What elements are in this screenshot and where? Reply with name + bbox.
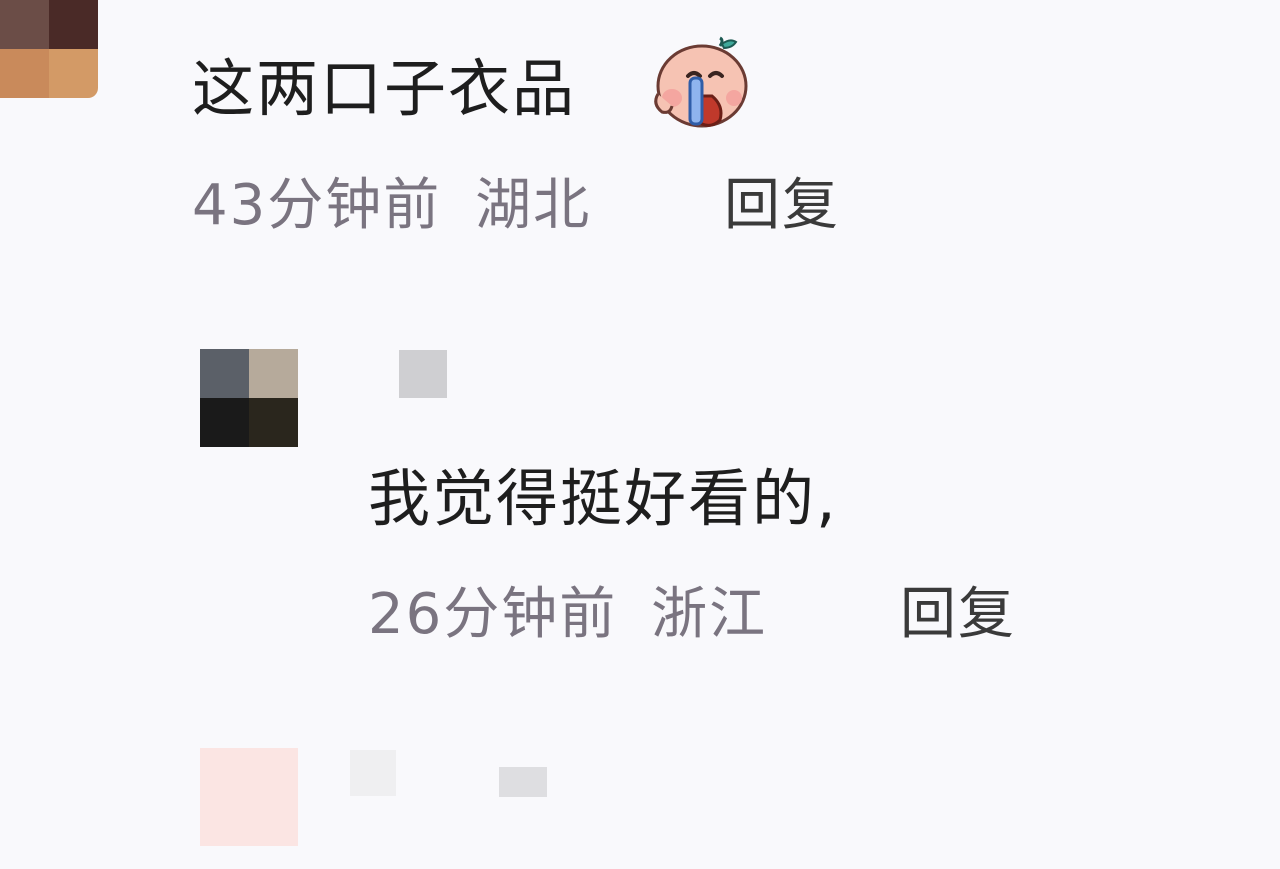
comment-text: 我觉得挺好看的, — [368, 462, 838, 535]
crying-face-icon — [654, 36, 748, 128]
comment-text: 这两口子衣品 — [192, 52, 577, 125]
comment-thread: 这两口子衣品 43分钟前 湖北 回复 我觉得挺好看的, 26分钟前 浙江 回复 — [0, 0, 1280, 869]
username-redacted[interactable] — [350, 750, 396, 796]
reply-button[interactable]: 回复 — [900, 587, 1016, 643]
username-redacted[interactable] — [399, 350, 447, 398]
avatar[interactable] — [200, 349, 298, 447]
comment-time: 26分钟前 — [368, 582, 618, 647]
username-redacted[interactable] — [499, 767, 547, 797]
avatar[interactable] — [0, 0, 98, 98]
comment-meta: 43分钟前 湖北 — [192, 178, 591, 234]
reply-button[interactable]: 回复 — [724, 178, 840, 234]
comment-time: 43分钟前 — [192, 173, 442, 238]
comment-location: 湖北 — [475, 173, 592, 238]
avatar[interactable] — [200, 748, 298, 846]
comment-location: 浙江 — [651, 582, 768, 647]
comment-meta: 26分钟前 浙江 — [368, 587, 767, 643]
